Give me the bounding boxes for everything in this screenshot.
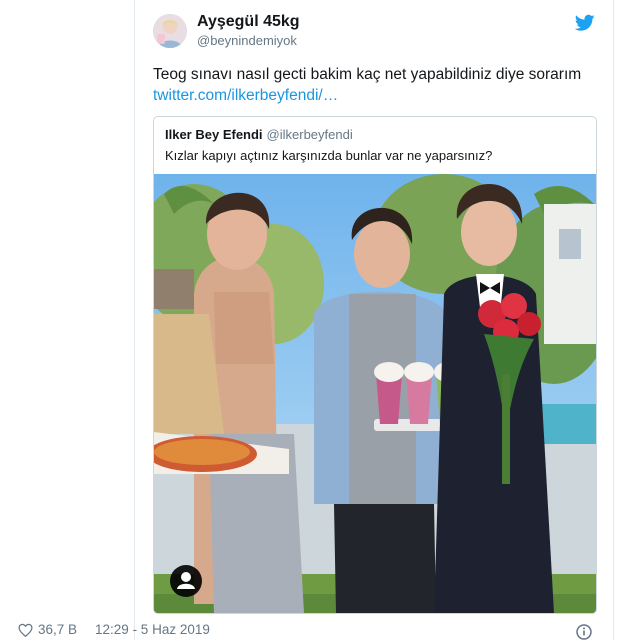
quote-author-handle: @ilkerbeyfendi	[266, 127, 353, 142]
quote-text: Kızlar kapıyı açtınız karşınızda bunlar …	[165, 148, 493, 163]
quote-photo[interactable]	[154, 174, 596, 613]
quoted-tweet[interactable]: Ilker Bey Efendi @ilkerbeyfendi Kızlar ka…	[153, 116, 597, 614]
tweet-timestamp[interactable]: 12:29 - 5 Haz 2019	[95, 622, 210, 637]
author-handle[interactable]: @beynindemiyok	[197, 33, 297, 48]
tweet-text: Teog sınavı nasıl gecti bakim kaç net ya…	[153, 64, 593, 106]
avatar-image	[153, 14, 187, 48]
tweet-card: Ayşegül 45kg @beynindemiyok Teog sınavı …	[134, 0, 614, 640]
tweet-footer: 36,7 B 12:29 - 5 Haz 2019	[18, 622, 210, 637]
like-count[interactable]: 36,7 B	[38, 622, 77, 637]
photo-illustration	[154, 174, 596, 613]
tweet-body: Teog sınavı nasıl gecti bakim kaç net ya…	[153, 66, 582, 83]
quote-author: Ilker Bey Efendi @ilkerbeyfendi	[165, 127, 353, 142]
author-name[interactable]: Ayşegül 45kg	[197, 13, 300, 31]
twitter-bird-icon[interactable]	[575, 14, 595, 32]
info-icon[interactable]	[576, 624, 592, 640]
quote-author-name: Ilker Bey Efendi	[165, 127, 263, 142]
tweet-link[interactable]: twitter.com/ilkerbeyfendi/…	[153, 85, 593, 106]
page: Ayşegül 45kg @beynindemiyok Teog sınavı …	[0, 0, 630, 640]
tagged-people-icon[interactable]	[170, 565, 202, 597]
heart-icon[interactable]	[18, 623, 33, 637]
avatar[interactable]	[153, 14, 187, 48]
